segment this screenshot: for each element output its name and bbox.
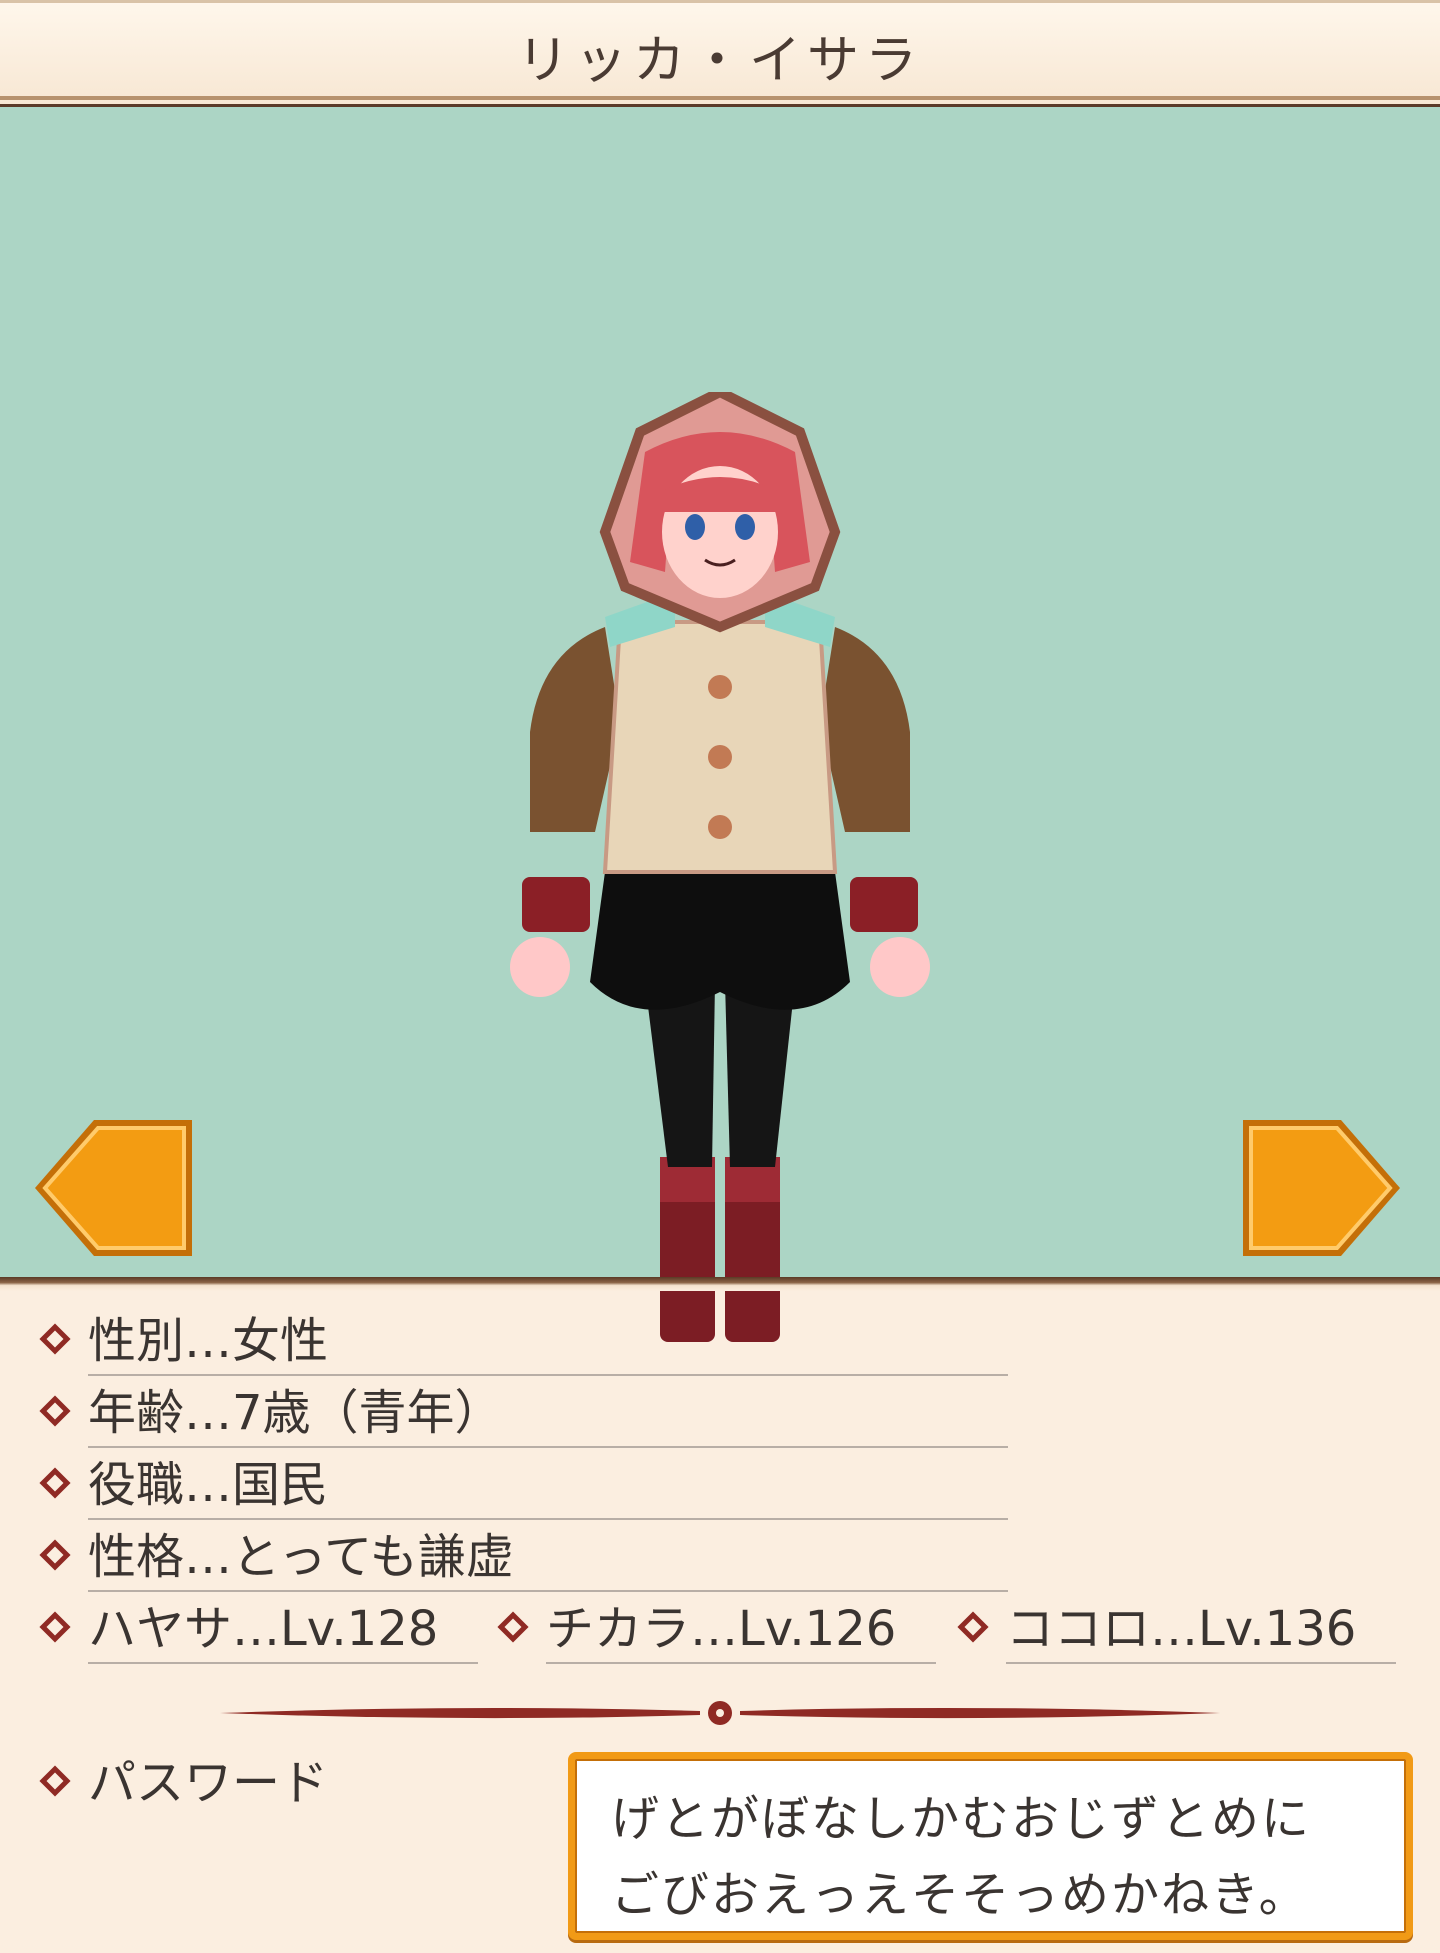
diamond-bullet-icon (39, 1765, 71, 1797)
diamond-bullet-icon (39, 1323, 71, 1355)
password-label: パスワード (88, 1755, 329, 1811)
age-row: 年齢…7歳（青年） (39, 1382, 1010, 1448)
stat-heart-text: ココロ…Lv.136 (1006, 1601, 1357, 1657)
password-line-2: ごびおえっえそそっめかねき。 (611, 1867, 1309, 1923)
diamond-bullet-icon (39, 1467, 71, 1499)
ornament-divider (220, 1701, 1220, 1725)
viewport-border (0, 1277, 1440, 1291)
age-text: 年齢…7歳（青年） (88, 1385, 503, 1441)
next-character-button[interactable] (1241, 1117, 1403, 1259)
right-arrow-icon (1243, 1120, 1400, 1256)
left-eye (685, 514, 705, 540)
password-line-1: げとがぼなしかむおじずとめに (611, 1791, 1312, 1847)
diamond-bullet-icon (497, 1611, 529, 1643)
left-arrow-icon (35, 1120, 192, 1256)
right-eye (735, 514, 755, 540)
right-hand (870, 937, 930, 997)
character-model (510, 392, 930, 1342)
left-glove (522, 877, 590, 932)
right-glove (850, 877, 918, 932)
title-bar-border (0, 96, 1440, 100)
left-hand (510, 937, 570, 997)
stat-power: チカラ…Lv.126 (497, 1598, 938, 1664)
stat-heart: ココロ…Lv.136 (957, 1598, 1398, 1664)
stat-speed: ハヤサ…Lv.128 (39, 1598, 480, 1664)
title-bar: リッカ・イサラ (0, 0, 1440, 107)
stat-power-text: チカラ…Lv.126 (546, 1601, 897, 1657)
diamond-bullet-icon (39, 1539, 71, 1571)
diamond-bullet-icon (39, 1611, 71, 1643)
diamond-bullet-icon (957, 1611, 989, 1643)
prev-character-button[interactable] (32, 1117, 194, 1259)
right-sleeve (820, 627, 910, 832)
personality-text: 性格…とっても謙虚 (88, 1529, 514, 1585)
role-row: 役職…国民 (39, 1454, 1010, 1520)
password-box[interactable]: げとがぼなしかむおじずとめに ごびおえっえそそっめかねき。 (568, 1752, 1413, 1940)
diamond-bullet-icon (39, 1395, 71, 1427)
password-row: パスワード (39, 1752, 440, 1814)
shorts (590, 872, 850, 1010)
character-name: リッカ・イサラ (516, 31, 923, 91)
stat-speed-text: ハヤサ…Lv.128 (88, 1601, 439, 1657)
character-viewport[interactable] (0, 107, 1440, 1342)
role-text: 役職…国民 (88, 1457, 329, 1513)
gender-row: 性別…女性 (39, 1310, 1010, 1376)
gender-text: 性別…女性 (88, 1313, 329, 1369)
personality-row: 性格…とっても謙虚 (39, 1526, 1010, 1592)
left-sleeve (530, 627, 620, 832)
